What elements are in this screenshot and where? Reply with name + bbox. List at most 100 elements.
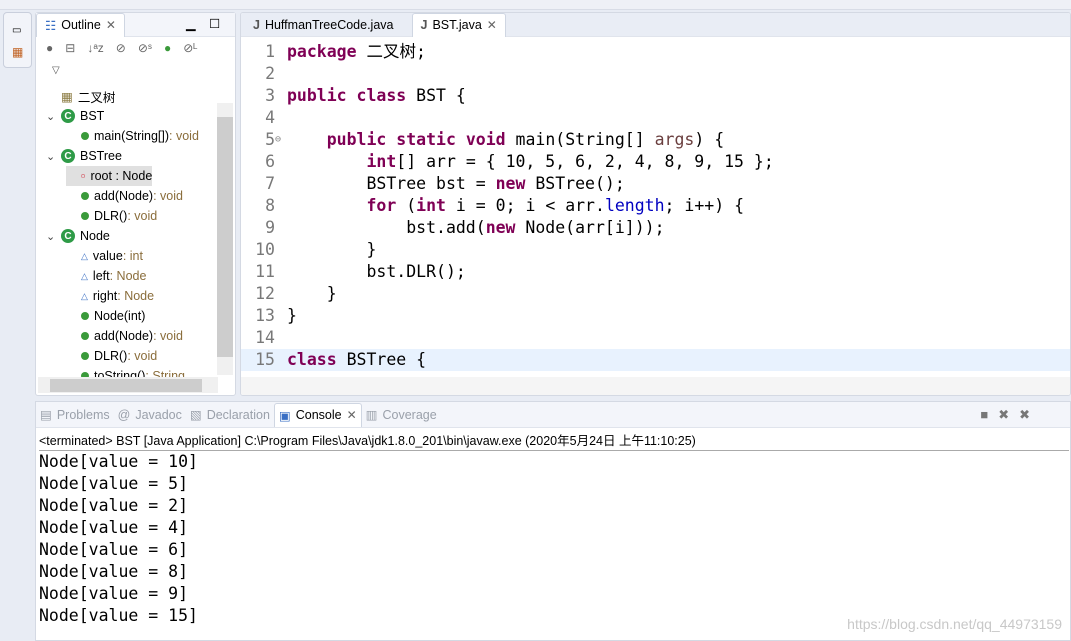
close-icon[interactable]: ✕ <box>106 18 116 32</box>
console-line: Node[value = 2] <box>39 496 189 515</box>
collapse-all-icon[interactable]: ● <box>46 41 53 55</box>
scrollbar-thumb[interactable] <box>217 117 233 357</box>
view-menu-icon[interactable]: ▽ <box>52 65 60 76</box>
console-line: Node[value = 4] <box>39 518 189 537</box>
console-line: Node[value = 8] <box>39 562 189 581</box>
chevron-down-icon[interactable]: ⌄ <box>46 150 56 163</box>
outline-item-type: : void <box>127 209 158 223</box>
code-line[interactable]: 7 BSTree bst = new BSTree(); <box>241 173 1070 195</box>
tab-console[interactable]: ▣ Console ✕ <box>273 402 362 427</box>
code-text: bst.add(new Node(arr[i])); <box>287 217 664 239</box>
sort-icon[interactable]: ↓ᵃz <box>87 41 103 55</box>
method-icon <box>81 192 89 200</box>
chevron-down-icon[interactable]: ⌄ <box>46 110 56 123</box>
remove-all-icon[interactable]: ✖ <box>1019 407 1030 423</box>
tab-bst-java[interactable]: J BST.java ✕ <box>411 13 506 37</box>
code-line[interactable]: 6 int[] arr = { 10, 5, 6, 2, 4, 8, 9, 15… <box>241 151 1070 173</box>
tab-declaration[interactable]: ▧ Declaration <box>186 403 274 427</box>
hide-fields-icon[interactable]: ⊘ <box>116 41 126 55</box>
close-icon[interactable]: ✕ <box>347 408 357 422</box>
declaration-icon: ▧ <box>189 408 202 422</box>
field-icon: △ <box>81 270 88 281</box>
hide-static-icon[interactable]: ⊘ˢ <box>138 41 152 55</box>
code-token: new <box>485 218 516 237</box>
hide-local-types-icon[interactable]: ⊘ᴸ <box>183 41 197 55</box>
code-line[interactable]: 5 ⊖ public static void main(String[] args… <box>241 129 1070 151</box>
static-method-icon <box>81 132 89 140</box>
outline-item-type: : void <box>153 189 183 203</box>
outline-item[interactable]: △ value : int <box>66 246 143 266</box>
hierarchy-icon[interactable]: ▦ <box>12 45 23 59</box>
tab-javadoc[interactable]: @ Javadoc <box>114 403 186 427</box>
field-icon: △ <box>81 250 88 261</box>
outline-item[interactable]: ▦ 二叉树 <box>46 86 115 106</box>
collapse-icon[interactable]: ⊟ <box>65 41 75 55</box>
main-toolbar <box>0 0 1071 10</box>
outline-item[interactable]: ⌄ C BSTree <box>46 146 122 166</box>
code-token: ; i++) { <box>664 196 745 215</box>
code-line[interactable]: 13} <box>241 305 1070 327</box>
outline-item-type: : Node <box>109 269 147 283</box>
tab-outline[interactable]: ☷ Outline ✕ <box>36 12 125 37</box>
outline-item-type: : void <box>127 349 158 363</box>
minimize-icon[interactable]: ▁ <box>186 16 196 31</box>
class-icon: C <box>61 109 75 123</box>
outline-item[interactable]: Node(int) <box>66 306 145 326</box>
code-line[interactable]: 11 bst.DLR(); <box>241 261 1070 283</box>
code-line[interactable]: 9 bst.add(new Node(arr[i])); <box>241 217 1070 239</box>
code-text: public class BST { <box>287 85 466 107</box>
outline-item[interactable]: DLR() : void <box>66 346 157 366</box>
outline-item[interactable]: ▫ root : Node <box>66 166 153 186</box>
tab-label: Declaration <box>206 407 270 422</box>
outline-item-label: main(String[]) <box>94 129 170 143</box>
code-line[interactable]: 10 } <box>241 239 1070 261</box>
outline-item-label: value <box>92 249 123 263</box>
tab-coverage[interactable]: ▥ Coverage <box>362 403 441 427</box>
horizontal-scrollbar[interactable] <box>241 377 1070 395</box>
outline-item-type: : Node <box>117 289 155 303</box>
outline-item[interactable]: ⌄ C Node <box>46 226 110 246</box>
scrollbar-thumb[interactable] <box>50 379 202 392</box>
outline-item-type: : void <box>169 129 199 143</box>
code-editor[interactable]: J HuffmanTreeCode.java J BST.java ✕ 1 package… <box>240 12 1071 396</box>
code-line[interactable]: 1 package 二叉树; <box>241 41 1070 63</box>
terminate-icon[interactable]: ■ <box>980 407 988 423</box>
code-line[interactable]: 14 <box>241 327 1070 349</box>
console-output[interactable]: Node[value = 10] Node[value = 5] Node[valu… <box>39 450 1069 627</box>
code-line[interactable]: 4 <box>241 107 1070 129</box>
minimized-view-strip: ▭ ▦ <box>3 12 32 68</box>
code-token: new <box>495 174 526 193</box>
remove-launch-icon[interactable]: ✖ <box>998 407 1009 423</box>
tab-label: BST.java <box>432 18 482 32</box>
outline-item[interactable]: △ right : Node <box>66 286 154 306</box>
code-text: int[] arr = { 10, 5, 6, 2, 4, 8, 9, 15 }… <box>287 151 773 173</box>
console-view: ▤ Problems @ Javadoc ▧ Declaration ▣ Console ✕ ▥ C… <box>35 401 1071 641</box>
code-line[interactable]: 2 <box>241 63 1070 85</box>
tab-problems[interactable]: ▤ Problems <box>36 403 114 427</box>
line-number: 1 <box>265 42 275 61</box>
restore-icon[interactable]: ▭ <box>12 25 21 36</box>
code-token: class <box>287 350 337 369</box>
close-icon[interactable]: ✕ <box>487 18 497 32</box>
maximize-icon[interactable]: ☐ <box>209 16 220 31</box>
tab-huffmantreecode-java[interactable]: J HuffmanTreeCode.java <box>245 13 402 37</box>
code-token: BSTree { <box>336 350 427 369</box>
code-token: i = 0; i < arr. <box>445 196 605 215</box>
outline-item[interactable]: ⌄ C BST <box>46 106 104 126</box>
code-token: bst.DLR(); <box>287 262 466 281</box>
outline-item[interactable]: DLR() : void <box>66 206 157 226</box>
code-line[interactable]: 12 } <box>241 283 1070 305</box>
code-line[interactable]: 3 public class BST { <box>241 85 1070 107</box>
hide-nonpublic-icon[interactable]: ● <box>164 41 171 55</box>
outline-item[interactable]: add(Node) : void <box>66 326 183 346</box>
outline-item[interactable]: main(String[]) : void <box>66 126 199 146</box>
chevron-down-icon[interactable]: ⌄ <box>46 230 56 243</box>
fold-icon[interactable]: ⊖ <box>275 129 281 151</box>
tab-label: Console <box>295 408 342 422</box>
outline-item[interactable]: add(Node) : void <box>66 186 183 206</box>
outline-item[interactable]: △ left : Node <box>66 266 146 286</box>
code-line[interactable]: 15 class BSTree { <box>241 349 1070 371</box>
code-line[interactable]: 8 for (int i = 0; i < arr.length; i++) { <box>241 195 1070 217</box>
outline-item-label: DLR() <box>94 209 128 223</box>
